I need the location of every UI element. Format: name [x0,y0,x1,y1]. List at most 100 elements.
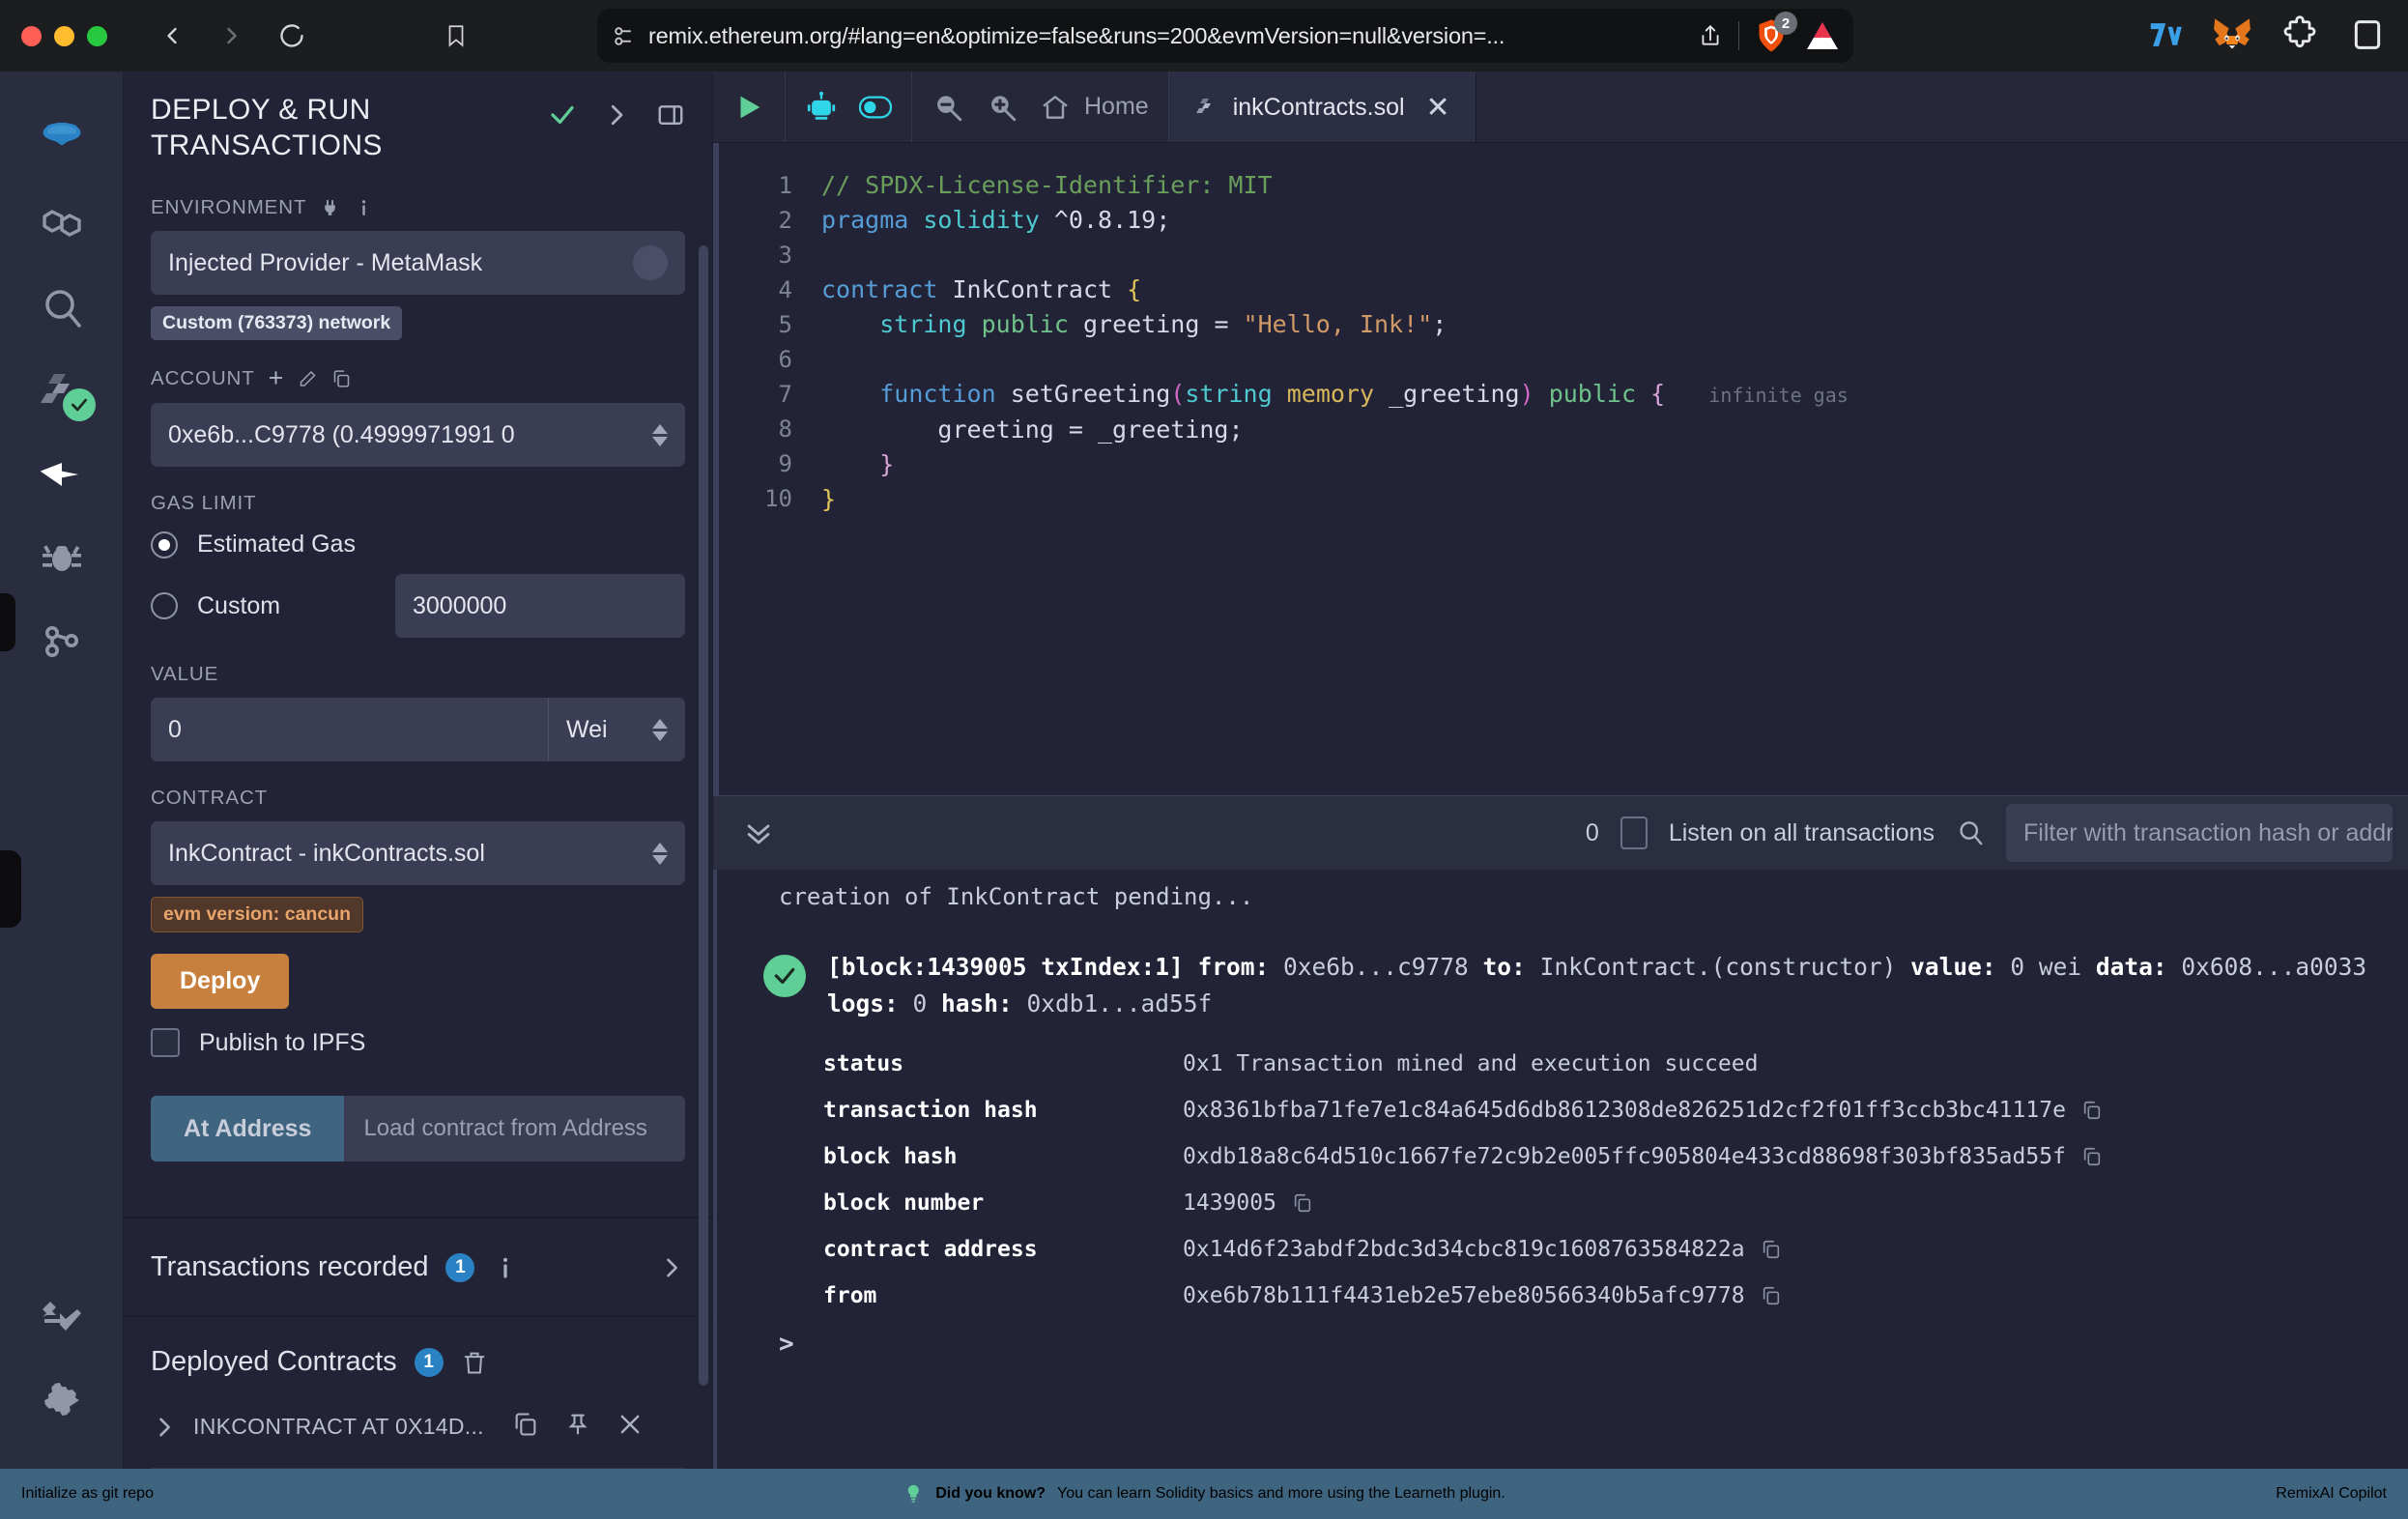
row-value: 0x14d6f23abdf2bdc3d34cbc819c160876358482… [1183,1237,1745,1262]
ai-toggle[interactable] [859,91,892,124]
transaction-filter-input[interactable]: Filter with transaction hash or address [2006,804,2393,862]
chevron-updown-icon[interactable] [633,245,668,281]
tx-hash-key: hash: [941,989,1013,1017]
transaction-details-table: status 0x1 Transaction mined and executi… [729,1051,2408,1308]
custom-gas-input[interactable]: 3000000 [395,574,685,639]
settings-icon[interactable] [18,1359,105,1442]
icon-sidebar[interactable] [0,72,124,1469]
value-input[interactable]: 0 [151,698,548,762]
search-icon[interactable] [18,267,105,350]
close-icon[interactable] [616,1411,644,1443]
back-icon[interactable] [146,10,198,62]
forward-icon[interactable] [206,10,258,62]
brave-shields-icon[interactable]: 2 [1755,12,1797,53]
zoom-group[interactable]: Home [912,72,1169,142]
info-icon[interactable] [354,197,374,218]
sidebar-item-deploy-run[interactable] [18,433,105,516]
remixai-copilot-button[interactable]: RemixAI Copilot [2276,1485,2408,1503]
code-content[interactable]: // SPDX-License-Identifier: MIT pragma s… [810,143,2408,795]
copy-icon[interactable] [2081,1100,2103,1121]
editor-scrollbar[interactable] [713,143,719,795]
reload-icon[interactable] [266,10,318,62]
trash-icon[interactable] [461,1349,488,1376]
custom-gas-radio[interactable] [151,592,178,620]
tab-inkcontracts-sol[interactable]: inkContracts.sol ✕ [1168,72,1476,142]
value-unit-select[interactable]: Wei [548,698,685,762]
terminal-toolbar[interactable]: 0 Listen on all transactions Filter with… [713,796,2408,870]
search-icon[interactable] [1956,818,1985,847]
chevron-right-icon[interactable] [151,1414,178,1441]
editor-toolbar[interactable]: Home inkContracts.sol ✕ [713,72,2408,143]
chevron-double-down-icon[interactable] [729,817,775,849]
account-spinner-icon[interactable] [652,423,668,446]
maximize-window-button[interactable] [87,25,107,46]
file-explorer-icon[interactable] [18,184,105,267]
terminal-scrollbar[interactable] [713,870,717,1469]
plugin-manager-icon[interactable] [18,1275,105,1359]
compile-success-badge [62,388,96,421]
bat-rewards-icon[interactable] [1805,20,1840,51]
zoom-in-icon[interactable] [986,91,1018,124]
close-window-button[interactable] [21,25,42,46]
chevron-right-icon[interactable] [658,1254,685,1281]
extensions-puzzle-icon[interactable] [2280,15,2319,54]
contract-spinner-icon[interactable] [652,842,668,865]
zoom-out-icon[interactable] [932,91,964,124]
copy-icon[interactable] [1292,1192,1313,1214]
window-controls[interactable] [0,25,107,46]
copy-icon[interactable] [1761,1285,1782,1306]
run-script-icon[interactable] [732,91,765,124]
deploy-button[interactable]: Deploy [151,954,290,1010]
sidebar-toggle-icon[interactable] [2348,15,2387,54]
git-icon[interactable] [18,599,105,682]
at-address-button[interactable]: At Address [151,1096,345,1162]
bookmark-icon[interactable] [444,21,469,50]
code-editor[interactable]: 1 2 3 4 5 6 7 8 9 10 // SPDX-License-Identifier: … [713,143,2408,795]
solidity-compiler-icon[interactable] [18,350,105,433]
account-select[interactable]: 0xe6b...C9778 (0.4999971991 0 [151,403,685,468]
extension-7v-icon[interactable] [2145,15,2184,54]
home-tab[interactable]: Home [1040,92,1149,123]
contract-select[interactable]: InkContract - inkContracts.sol [151,821,685,886]
copy-icon[interactable] [512,1411,539,1443]
metamask-icon[interactable] [2213,15,2251,54]
address-bar[interactable]: remix.ethereum.org/#lang=en&optimize=fal… [597,9,1853,63]
terminal-count: 0 [1585,818,1599,846]
pin-icon[interactable] [564,1411,591,1443]
estimated-gas-radio[interactable] [151,530,178,559]
add-account-icon[interactable]: + [269,365,285,391]
run-group[interactable] [713,72,786,142]
sign-message-icon[interactable] [298,368,318,389]
remix-home-icon[interactable] [18,87,105,184]
unit-spinner-icon[interactable] [652,718,668,741]
debugger-icon[interactable] [18,516,105,599]
transaction-log-entry[interactable]: [block:1439005 txIndex:1] from: 0xe6b...… [729,949,2408,1022]
url-text[interactable]: remix.ethereum.org/#lang=en&optimize=fal… [648,23,1688,49]
transactions-recorded-section[interactable]: Transactions recorded 1 [124,1218,712,1316]
terminal-output[interactable]: creation of InkContract pending... [bloc… [713,870,2408,1469]
copy-account-icon[interactable] [331,368,352,389]
minimize-window-button[interactable] [54,25,74,46]
copy-icon[interactable] [2081,1146,2103,1167]
init-git-repo-button[interactable]: Initialize as git repo [0,1485,154,1503]
custom-gas-option[interactable]: Custom 3000000 [151,574,685,639]
at-address-input[interactable]: Load contract from Address [344,1096,685,1162]
remix-ai-icon[interactable] [805,91,838,124]
info-icon[interactable] [492,1254,519,1281]
environment-select[interactable]: Injected Provider - MetaMask [151,231,685,296]
close-icon[interactable]: ✕ [1426,93,1450,123]
site-permissions-icon[interactable] [611,24,635,48]
list-item[interactable]: INKCONTRACT AT 0X14D...4 [151,1411,685,1443]
publish-ipfs-row[interactable]: Publish to IPFS [151,1028,685,1058]
publish-ipfs-checkbox[interactable] [151,1028,180,1058]
layout-panel-icon[interactable] [656,100,685,129]
terminal-prompt[interactable]: > [729,1330,2408,1359]
panel-scrollbar[interactable] [699,245,708,1386]
share-icon[interactable] [1698,23,1723,48]
listen-all-checkbox[interactable] [1620,817,1648,849]
chevron-right-icon[interactable] [602,100,631,129]
extensions-row[interactable] [2145,15,2387,54]
ai-group[interactable] [786,72,912,142]
estimated-gas-option[interactable]: Estimated Gas [151,530,685,559]
copy-icon[interactable] [1761,1239,1782,1260]
